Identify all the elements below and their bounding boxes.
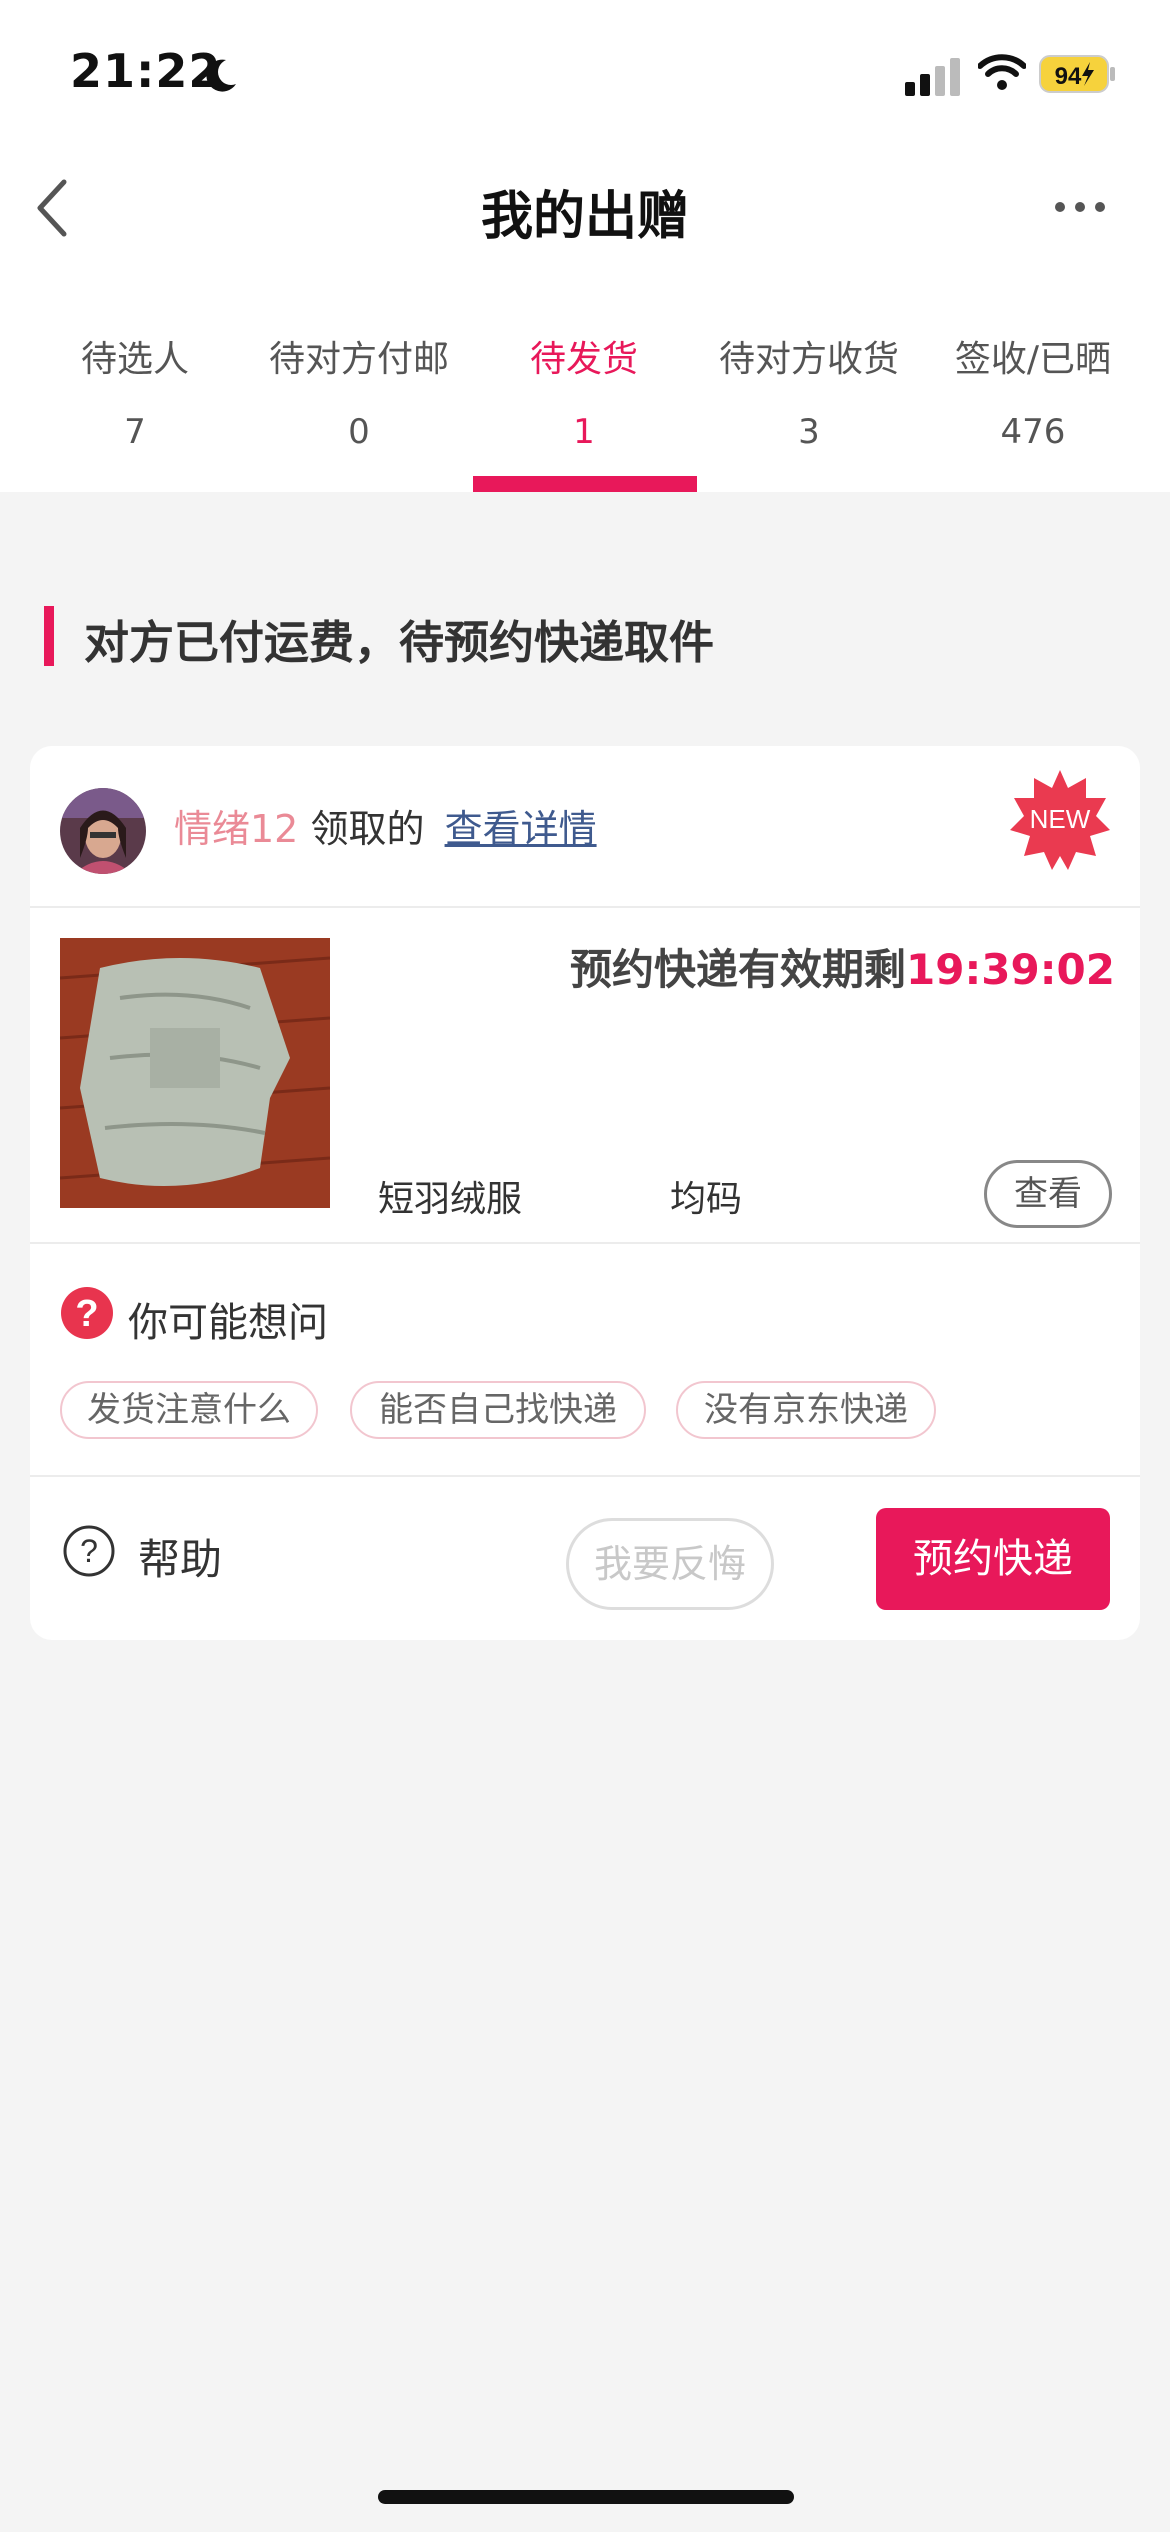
tab-count: 0: [348, 412, 370, 452]
tab-count: 3: [798, 412, 820, 452]
countdown-value: 19:39:02: [906, 945, 1115, 994]
tab-pending-postage[interactable]: 待对方付邮 0: [249, 330, 469, 452]
tab-pending-shipment[interactable]: 待发货 1: [474, 330, 694, 452]
section-accent-bar: [44, 606, 54, 666]
regret-button[interactable]: 我要反悔: [566, 1518, 774, 1610]
avatar[interactable]: [60, 788, 146, 874]
tab-count: 476: [1000, 412, 1066, 452]
divider: [30, 906, 1140, 908]
view-detail-link[interactable]: 查看详情: [445, 807, 597, 851]
product-size: 均码: [670, 1179, 743, 1220]
help-icon[interactable]: ?: [62, 1524, 116, 1578]
countdown-label: 预约快递有效期剩: [570, 945, 907, 994]
product-name: 短羽绒服: [378, 1179, 523, 1220]
question-icon: ?: [61, 1287, 113, 1339]
divider: [30, 1475, 1140, 1477]
faq-chip-shipping-notes[interactable]: 发货注意什么: [60, 1381, 318, 1439]
product-image[interactable]: [59, 938, 331, 1208]
claim-info: 情绪12 领取的 查看详情: [174, 798, 597, 853]
signal-icon: [905, 58, 960, 96]
tab-label: 签收/已晒: [954, 339, 1112, 380]
faq-chip-own-courier[interactable]: 能否自己找快递: [350, 1381, 646, 1439]
active-tab-indicator: [473, 476, 697, 492]
faq-chip-no-jd-express[interactable]: 没有京东快递: [676, 1381, 936, 1439]
more-icon[interactable]: [1052, 196, 1108, 218]
tab-label: 待选人: [80, 339, 189, 380]
section-title: 对方已付运费，待预约快递取件: [84, 616, 715, 669]
svg-text:?: ?: [75, 1293, 98, 1335]
home-indicator[interactable]: [378, 2490, 794, 2504]
help-label[interactable]: 帮助: [138, 1526, 222, 1587]
tab-label: 待对方收货: [718, 339, 899, 380]
status-tabs: 待选人 7 待对方付邮 0 待发货 1 待对方收货 3 签收/已晒 476: [0, 290, 1170, 492]
moon-icon: [206, 59, 236, 92]
tab-count: 7: [124, 412, 146, 452]
tab-pending-selection[interactable]: 待选人 7: [25, 330, 245, 452]
tab-label: 待发货: [529, 339, 638, 380]
claimed-text: 领取的: [310, 807, 425, 851]
new-badge-text: NEW: [1030, 804, 1091, 834]
book-courier-button[interactable]: 预约快递: [876, 1508, 1110, 1610]
tab-label: 待对方付邮: [268, 339, 449, 380]
divider: [30, 1242, 1140, 1244]
tab-count: 1: [573, 412, 595, 452]
battery-level: 94: [1055, 63, 1082, 90]
booking-countdown: 预约快递有效期剩19:39:02: [570, 936, 1115, 997]
status-time: 21:22: [70, 44, 222, 98]
page-title: 我的出赠: [480, 187, 689, 247]
tab-pending-receipt[interactable]: 待对方收货 3: [699, 330, 919, 452]
view-button[interactable]: 查看: [984, 1160, 1112, 1228]
tab-received[interactable]: 签收/已晒 476: [923, 330, 1143, 452]
svg-text:?: ?: [80, 1533, 98, 1569]
wifi-icon: [978, 54, 1026, 90]
battery-icon: 94: [1038, 52, 1118, 96]
faq-title: 你可能想问: [128, 1300, 328, 1346]
new-badge: NEW: [1008, 768, 1112, 872]
username[interactable]: 情绪12: [174, 807, 298, 851]
